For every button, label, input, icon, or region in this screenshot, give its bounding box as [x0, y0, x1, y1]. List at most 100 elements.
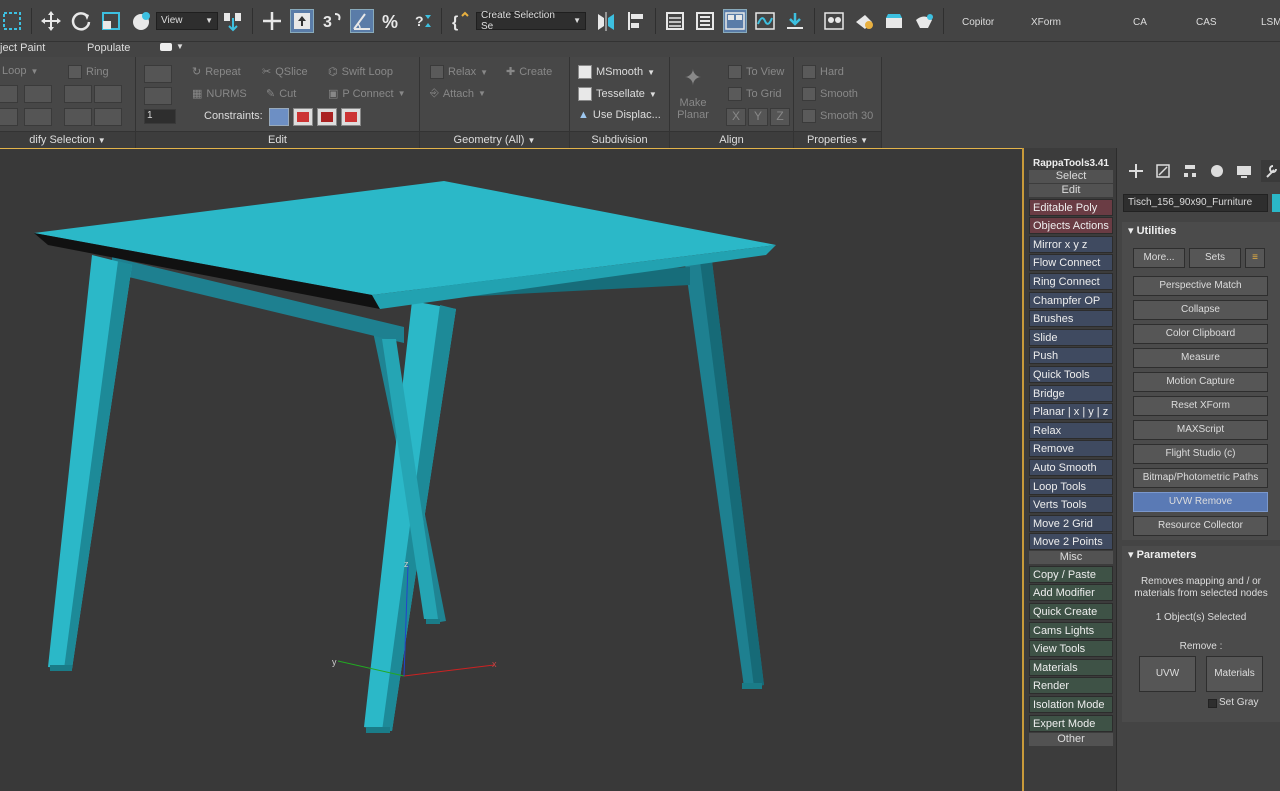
to-view-button[interactable]: To View	[728, 65, 784, 79]
cut-button[interactable]: ✎ Cut	[266, 87, 296, 101]
rappa-item-objects-actions[interactable]: Objects Actions	[1029, 217, 1113, 235]
ca-button[interactable]: CA	[1133, 17, 1147, 28]
utility-resource-collector[interactable]: Resource Collector	[1133, 516, 1268, 536]
curve-editor-icon[interactable]	[753, 9, 777, 33]
shrink-ring-button[interactable]	[94, 85, 122, 103]
rappa-item-view-tools[interactable]: View Tools	[1029, 640, 1113, 658]
rappa-item-bridge[interactable]: Bridge	[1029, 384, 1113, 402]
spinner-snap-icon[interactable]: ?	[410, 9, 434, 33]
select-manipulate-icon[interactable]	[260, 9, 284, 33]
panel-footer-geometry[interactable]: Geometry (All) ▼	[420, 131, 569, 148]
object-color-swatch[interactable]	[1272, 194, 1280, 212]
repeat-button[interactable]: ↻ Repeat	[192, 65, 241, 79]
material-editor-icon[interactable]	[822, 9, 846, 33]
rappa-item-cams-lights[interactable]: Cams Lights	[1029, 621, 1113, 639]
rappa-item-isolation-mode[interactable]: Isolation Mode	[1029, 696, 1113, 714]
rappa-item-editable-poly[interactable]: Editable Poly	[1029, 198, 1113, 216]
modify-tab-icon[interactable]	[1153, 160, 1173, 182]
toggle-ribbon-icon[interactable]	[723, 8, 747, 33]
shrink-loop-button[interactable]	[24, 85, 52, 103]
utility-uvw-remove[interactable]: UVW Remove	[1133, 492, 1268, 512]
panel-footer-properties[interactable]: Properties ▼	[794, 131, 881, 148]
swift-loop-button[interactable]: ⌬ Swift Loop	[328, 65, 393, 79]
rappa-item-verts-tools[interactable]: Verts Tools	[1029, 496, 1113, 514]
constraint-edge-button[interactable]	[293, 108, 313, 126]
named-selection-set-dropdown[interactable]: Create Selection Se ▼	[476, 10, 586, 32]
more-button[interactable]: More...	[1133, 248, 1185, 268]
ring-button[interactable]: Ring	[68, 65, 109, 79]
ribbon-options-icon[interactable]	[160, 43, 172, 51]
rappa-item-auto-smooth[interactable]: Auto Smooth	[1029, 458, 1113, 476]
rappa-item-move-2-points[interactable]: Move 2 Points	[1029, 533, 1113, 551]
utilities-rollout-header[interactable]: ▾ Utilities	[1122, 222, 1280, 240]
spinner-field[interactable]: 1	[144, 109, 176, 124]
rappa-item-brushes[interactable]: Brushes	[1029, 310, 1113, 328]
tweak-button[interactable]	[144, 87, 172, 105]
utility-bitmap-photometric-paths[interactable]: Bitmap/Photometric Paths	[1133, 468, 1268, 488]
render-production-icon[interactable]	[912, 9, 936, 33]
utility-reset-xform[interactable]: Reset XForm	[1133, 396, 1268, 416]
chevron-down-icon[interactable]: ▼	[176, 42, 184, 51]
rappa-section-edit[interactable]: Edit	[1029, 184, 1113, 197]
table-leg-back-right-side[interactable]	[700, 261, 764, 687]
rappa-item-mirror[interactable]: Mirror x y z	[1029, 235, 1113, 253]
layer-explorer-icon[interactable]	[693, 9, 717, 33]
rendered-frame-window-icon[interactable]	[882, 9, 906, 33]
perspective-viewport[interactable]: x y z	[0, 148, 1022, 791]
sets-button[interactable]: Sets	[1189, 248, 1241, 268]
smooth-button[interactable]: Smooth	[802, 87, 858, 101]
constraint-none-button[interactable]	[269, 108, 289, 126]
display-tab-icon[interactable]	[1234, 160, 1254, 182]
rappa-section-select[interactable]: Select	[1029, 170, 1113, 183]
utility-maxscript[interactable]: MAXScript	[1133, 420, 1268, 440]
parameters-rollout-header[interactable]: ▾ Parameters	[1122, 546, 1280, 564]
rappa-item-materials[interactable]: Materials	[1029, 658, 1113, 676]
tessellate-button[interactable]: Tessellate ▼	[578, 87, 657, 101]
render-setup-icon[interactable]	[852, 9, 876, 33]
select-move-icon[interactable]	[39, 9, 63, 33]
object-name-field[interactable]: Tisch_156_90x90_Furniture	[1123, 194, 1268, 212]
motion-tab-icon[interactable]	[1207, 160, 1227, 182]
rappa-item-push[interactable]: Push	[1029, 347, 1113, 365]
tab-populate[interactable]: Populate	[87, 42, 130, 54]
dotring-button[interactable]	[94, 108, 122, 126]
msmooth-button[interactable]: MSmooth ▼	[578, 65, 655, 79]
align-y-button[interactable]: Y	[748, 108, 768, 126]
utility-perspective-match[interactable]: Perspective Match	[1133, 276, 1268, 296]
rappa-item-quick-create[interactable]: Quick Create	[1029, 603, 1113, 621]
utility-color-clipboard[interactable]: Color Clipboard	[1133, 324, 1268, 344]
hard-button[interactable]: Hard	[802, 65, 844, 79]
percent-snap-icon[interactable]: %	[380, 9, 404, 33]
reference-coordinate-dropdown[interactable]: View ▼	[156, 11, 218, 30]
mirror-icon[interactable]	[594, 9, 618, 33]
align-z-button[interactable]: Z	[770, 108, 790, 126]
rappa-item-render[interactable]: Render	[1029, 677, 1113, 695]
panel-footer-modify-selection[interactable]: dify Selection ▼	[0, 131, 135, 148]
rappa-item-copy-paste[interactable]: Copy / Paste	[1029, 565, 1113, 583]
remove-uvw-button[interactable]: UVW	[1139, 656, 1196, 692]
xform-button[interactable]: XForm	[1031, 17, 1061, 28]
relax-button[interactable]: Relax ▼	[430, 65, 488, 79]
rappa-section-misc[interactable]: Misc	[1029, 551, 1113, 565]
rappa-item-champfer-op[interactable]: Champfer OP	[1029, 291, 1113, 309]
rappa-item-planar[interactable]: Planar | x | y | z	[1029, 403, 1113, 421]
qslice-button[interactable]: ✂ QSlice	[262, 65, 308, 79]
rappa-section-other[interactable]: Other	[1029, 732, 1113, 746]
rappa-item-remove[interactable]: Remove	[1029, 440, 1113, 458]
configure-sets-icon[interactable]: ≡	[1245, 248, 1265, 268]
align-icon[interactable]	[624, 9, 648, 33]
rappa-item-add-modifier[interactable]: Add Modifier	[1029, 584, 1113, 602]
nurms-button[interactable]: ▦ NURMS	[192, 87, 247, 101]
align-x-button[interactable]: X	[726, 108, 746, 126]
select-place-icon[interactable]	[129, 9, 153, 33]
select-rotate-icon[interactable]	[69, 9, 93, 33]
scene-explorer-icon[interactable]	[663, 9, 687, 33]
utility-measure[interactable]: Measure	[1133, 348, 1268, 368]
to-grid-button[interactable]: To Grid	[728, 87, 781, 101]
utility-flight-studio[interactable]: Flight Studio (c)	[1133, 444, 1268, 464]
preserve-uvs-button[interactable]	[144, 65, 172, 83]
utility-collapse[interactable]: Collapse	[1133, 300, 1268, 320]
utilities-tab-icon[interactable]	[1261, 160, 1280, 182]
rappa-item-expert-mode[interactable]: Expert Mode	[1029, 714, 1113, 732]
angle-snap-icon[interactable]	[350, 8, 374, 33]
